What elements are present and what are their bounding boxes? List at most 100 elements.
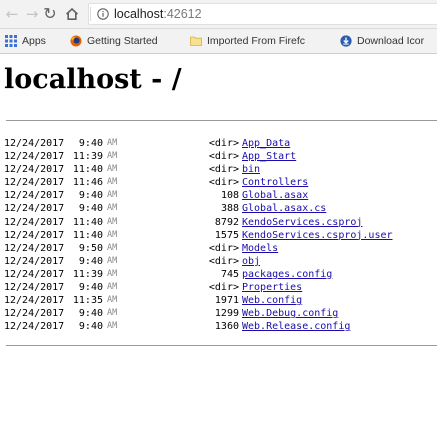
firefox-icon — [70, 35, 82, 47]
listing-row: 12/24/2017 9:40 AM 108 Global.asax — [4, 189, 437, 202]
url-host: localhost — [114, 7, 164, 21]
entry-time: 11:40 — [72, 229, 103, 241]
entry-ampm: AM — [107, 282, 118, 293]
entry-time: 11:40 — [72, 164, 103, 176]
entry-date: 12/24/2017 — [4, 138, 65, 149]
directory-listing: 12/24/2017 9:40 AM <dir> App_Data 12/24/2017 1… — [4, 137, 437, 333]
entry-time: 9:40 — [78, 308, 103, 320]
entry-size: <dir> — [208, 242, 239, 254]
listing-row: 12/24/2017 9:40 AM <dir> obj — [4, 255, 437, 268]
listing-row: 12/24/2017 11:39 AM <dir> App_Start — [4, 150, 437, 163]
entry-ampm: AM — [107, 308, 118, 319]
entry-link[interactable]: Global.asax — [242, 189, 308, 202]
entry-size: 108 — [220, 190, 239, 202]
entry-link[interactable]: Controllers — [242, 176, 308, 189]
entry-date: 12/24/2017 — [4, 242, 65, 254]
entry-time: 9:40 — [78, 190, 103, 202]
bookmark-apps[interactable]: Apps — [5, 33, 46, 49]
reload-icon[interactable]: ↻ — [40, 4, 60, 24]
entry-link[interactable]: Web.config — [242, 294, 302, 307]
entry-ampm: AM — [107, 242, 118, 253]
entry-time: 11:35 — [72, 295, 103, 307]
entry-date: 12/24/2017 — [4, 229, 65, 241]
info-icon[interactable] — [97, 8, 109, 20]
entry-date: 12/24/2017 — [4, 164, 65, 176]
entry-link[interactable]: KendoServices.csproj.user — [242, 229, 393, 242]
entry-ampm: AM — [107, 321, 118, 332]
bookmark-label: Imported From Firefc — [207, 35, 306, 47]
entry-date: 12/24/2017 — [4, 268, 65, 280]
listing-row: 12/24/2017 9:40 AM <dir> Properties — [4, 281, 437, 294]
listing-row: 12/24/2017 11:40 AM 1575 KendoServices.cspro… — [4, 229, 437, 242]
entry-size: 8792 — [214, 216, 239, 228]
apps-grid-icon — [5, 35, 17, 47]
entry-ampm: AM — [107, 151, 118, 162]
entry-link[interactable]: bin — [242, 163, 260, 176]
entry-link[interactable]: obj — [242, 255, 260, 268]
url-text[interactable]: localhost:42612 — [114, 7, 202, 21]
home-icon[interactable] — [62, 4, 82, 24]
listing-row: 12/24/2017 11:40 AM 8792 KendoServices.cspro… — [4, 216, 437, 229]
entry-size: 1299 — [214, 308, 239, 320]
address-bar[interactable]: localhost:42612 — [88, 3, 437, 25]
entry-time: 9:40 — [78, 138, 103, 149]
listing-row: 12/24/2017 9:40 AM 1299 Web.Debug.config — [4, 307, 437, 320]
entry-ampm: AM — [107, 229, 118, 240]
bookmark-download-icons[interactable]: Download Icor — [340, 33, 424, 49]
entry-time: 11:39 — [72, 268, 103, 280]
download-icon — [340, 35, 352, 47]
entry-size: 1575 — [214, 229, 239, 241]
entry-date: 12/24/2017 — [4, 295, 65, 307]
page-title: localhost - / — [4, 64, 182, 95]
entry-link[interactable]: Properties — [242, 281, 302, 294]
entry-ampm: AM — [107, 190, 118, 201]
entry-time: 9:50 — [78, 242, 103, 254]
bookmark-getting-started[interactable]: Getting Started — [70, 33, 158, 49]
entry-size: <dir> — [208, 164, 239, 176]
listing-row: 12/24/2017 11:46 AM <dir> Controllers — [4, 176, 437, 189]
entry-date: 12/24/2017 — [4, 216, 65, 228]
entry-ampm: AM — [107, 164, 118, 175]
entry-link[interactable]: App_Data — [242, 137, 290, 150]
entry-ampm: AM — [107, 203, 118, 214]
listing-row: 12/24/2017 11:39 AM 745 packages.config — [4, 268, 437, 281]
entry-ampm: AM — [107, 138, 118, 148]
folder-icon — [190, 36, 202, 46]
entry-link[interactable]: App_Start — [242, 150, 296, 163]
entry-time: 11:40 — [72, 216, 103, 228]
entry-link[interactable]: Models — [242, 242, 278, 255]
entry-date: 12/24/2017 — [4, 308, 65, 320]
address-separator — [90, 7, 91, 21]
browser-toolbar: ← → ↻ localhost:42612 — [0, 0, 437, 29]
bookmark-label: Apps — [22, 35, 46, 47]
bookmark-imported-from-firefox[interactable]: Imported From Firefc — [190, 33, 305, 49]
entry-date: 12/24/2017 — [4, 190, 65, 202]
entry-size: <dir> — [208, 255, 239, 267]
entry-time: 11:39 — [72, 151, 103, 163]
forward-arrow-icon[interactable]: → — [22, 4, 42, 24]
entry-link[interactable]: KendoServices.csproj — [242, 216, 362, 229]
url-port: :42612 — [163, 7, 202, 21]
top-divider — [6, 120, 437, 121]
entry-time: 9:40 — [78, 203, 103, 215]
entry-link[interactable]: packages.config — [242, 268, 332, 281]
entry-size: <dir> — [208, 177, 239, 189]
entry-ampm: AM — [107, 268, 118, 279]
entry-size: <dir> — [208, 138, 239, 149]
bottom-divider — [6, 345, 437, 346]
entry-ampm: AM — [107, 255, 118, 266]
listing-row: 12/24/2017 9:40 AM 388 Global.asax.cs — [4, 202, 437, 215]
entry-link[interactable]: Web.Debug.config — [242, 307, 338, 320]
entry-date: 12/24/2017 — [4, 255, 65, 267]
entry-link[interactable]: Global.asax.cs — [242, 202, 326, 215]
listing-row: 12/24/2017 11:40 AM <dir> bin — [4, 163, 437, 176]
entry-ampm: AM — [107, 295, 118, 306]
bookmark-label: Download Icor — [357, 35, 425, 47]
listing-row: 12/24/2017 11:35 AM 1971 Web.config — [4, 294, 437, 307]
entry-size: 388 — [220, 203, 239, 215]
listing-row: 12/24/2017 9:50 AM <dir> Models — [4, 242, 437, 255]
entry-ampm: AM — [107, 216, 118, 227]
entry-link[interactable]: Web.Release.config — [242, 320, 350, 333]
entry-size: 1971 — [214, 295, 239, 307]
back-arrow-icon[interactable]: ← — [2, 4, 22, 24]
